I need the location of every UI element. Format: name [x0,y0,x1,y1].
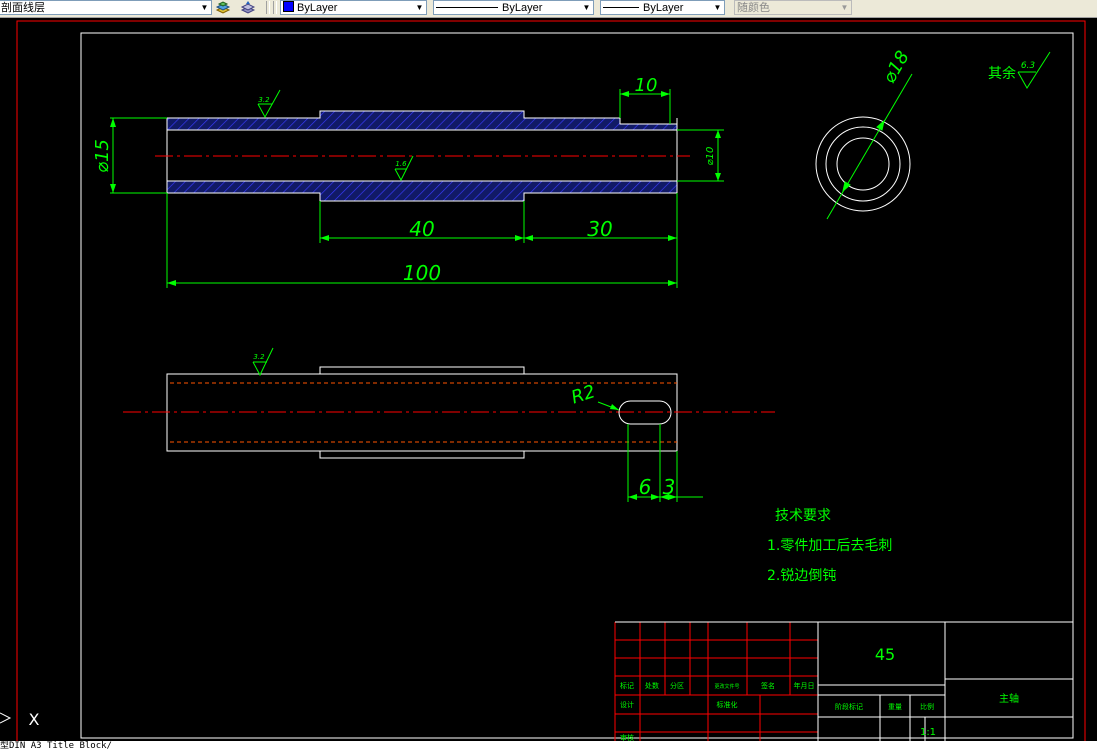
color-dropdown-value: ByLayer [297,2,338,14]
shaft-front-view [123,366,775,459]
command-line[interactable]: 型DIN A3 Title Block/ [0,741,1097,752]
ucs-x-label: X [29,710,40,729]
layer-dropdown-value: 剖面线层 [1,2,45,14]
chevron-down-icon: ▼ [582,3,591,12]
linetype-sample-icon [436,7,498,8]
header-label-sign: 签名 [761,681,775,690]
drawing-svg: ⌀15 10 ⌀10 40 30 100 3.2 1.6 ⌀18 其余 6.3 [0,20,1086,752]
drawing-canvas[interactable]: ⌀15 10 ⌀10 40 30 100 3.2 1.6 ⌀18 其余 6.3 [0,18,1097,752]
roughness-rest-label: 其余 [988,65,1016,82]
tech-requirements-title: 技术要求 [775,508,831,524]
standard-label: 标准化 [717,700,738,709]
dim-length-100: 100 [403,261,441,285]
dim-length-10: 10 [635,75,658,96]
toolbar-separator [266,1,270,14]
part-name: 主轴 [999,692,1019,705]
plotstyle-dropdown[interactable]: 随颜色 ▼ [734,0,852,15]
lineweight-dropdown-value: ByLayer [643,2,684,14]
toolbar-separator [273,1,277,14]
layer-stack-icon[interactable] [215,0,231,15]
header-label-mark: 标记 [620,681,634,690]
scale-value: 1:1 [920,727,936,738]
layer-dropdown[interactable]: 剖面线层 ▼ [0,0,212,15]
material-value: 45 [875,645,895,664]
roughness-value-bore: 1.6 [395,160,407,168]
dim-diameter-18: ⌀18 [879,47,914,87]
design-label: 设计 [620,700,634,709]
roughness-value-front: 3.2 [253,353,265,361]
command-text: DIN A3 Title Block/ [9,741,112,751]
header-label-change-doc: 更改文件号 [714,683,739,690]
header-label-count: 处数 [645,681,659,690]
plotstyle-dropdown-value: 随颜色 [737,2,770,14]
chevron-down-icon: ▼ [415,3,424,12]
lineweight-sample-icon [603,7,639,8]
command-prefix: 型 [0,741,10,751]
radius-arrow [610,404,619,410]
linetype-dropdown-value: ByLayer [502,2,543,14]
color-dropdown[interactable]: ByLayer ▼ [280,0,427,15]
header-label-zone: 分区 [670,681,684,690]
tech-requirement-1: 1.零件加工后去毛刺 [767,538,892,554]
header-label-date: 年月日 [794,681,815,690]
roughness-value-rest: 6.3 [1021,61,1036,71]
chevron-down-icon: ▼ [713,3,722,12]
dim-length-40: 40 [409,217,434,241]
linetype-dropdown[interactable]: ByLayer ▼ [433,0,594,15]
scale-label: 比例 [920,702,934,711]
dimension-line-d18 [826,73,913,220]
roughness-value-top: 3.2 [258,96,270,104]
weight-label: 重量 [888,703,902,711]
ucs-icon [0,712,12,724]
dim-length-6: 6 [639,475,652,499]
chevron-down-icon: ▼ [200,3,209,12]
properties-toolbar: 剖面线层 ▼ ByLayer ▼ ByLayer ▼ ByLayer ▼ 随颜色… [0,0,1097,18]
stage-mark-label: 阶段标记 [835,702,863,711]
tech-requirement-2: 2.锐边倒钝 [767,568,836,584]
dim-radius-2: R2 [569,381,598,408]
dim-length-30: 30 [587,217,612,241]
color-swatch-icon [283,1,294,12]
lineweight-dropdown[interactable]: ByLayer ▼ [600,0,725,15]
layer-previous-icon[interactable] [240,0,256,15]
shaft-section-view [155,110,690,202]
dim-length-3: 3 [663,475,676,499]
dim-diameter-10: ⌀10 [705,147,716,166]
title-block: 45 主轴 1:1 标记 处数 分区 更改文件号 签名 年月日 设计 标准化 审… [614,621,1073,742]
chevron-down-icon: ▼ [840,3,849,12]
shaft-end-view [815,116,911,212]
dim-diameter-15: ⌀15 [92,139,113,173]
